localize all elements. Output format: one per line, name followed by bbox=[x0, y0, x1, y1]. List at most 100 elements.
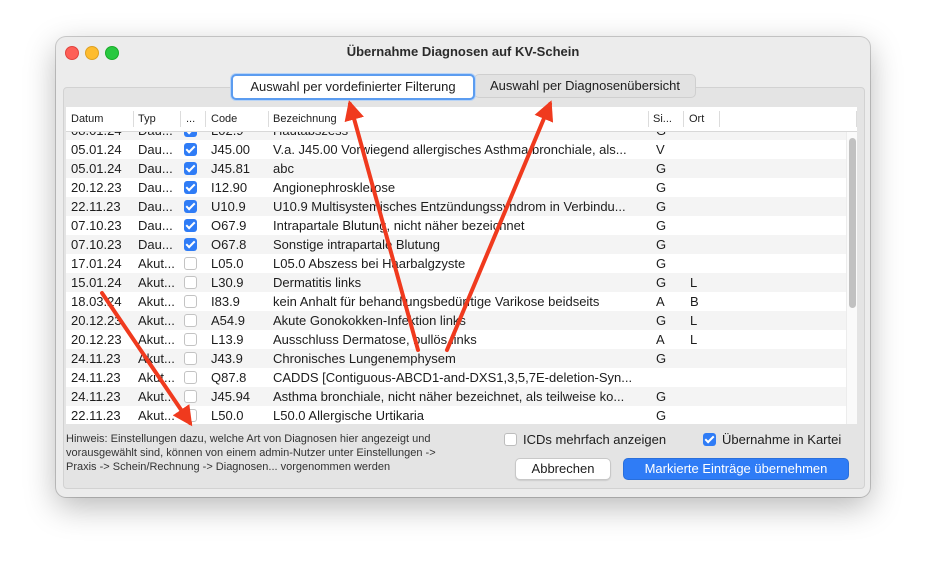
cell-code: L13.9 bbox=[211, 332, 244, 347]
cell-ort: L bbox=[690, 332, 698, 347]
table-row[interactable]: 07.10.23 Dau... O67.9 Intrapartale Blutung,… bbox=[66, 216, 846, 235]
table-row[interactable]: 22.11.23 Dau... U10.9 U10.9 Multisystemisch… bbox=[66, 197, 846, 216]
title-bar: Übernahme Diagnosen auf KV-Schein bbox=[56, 37, 870, 67]
cell-typ: Akut... bbox=[138, 313, 175, 328]
row-select-checkbox[interactable] bbox=[184, 333, 197, 346]
table-row[interactable]: 20.12.23 Akut... A54.9 Akute Gonokokken-Inf… bbox=[66, 311, 846, 330]
cell-typ: Akut... bbox=[138, 370, 175, 385]
cell-ort: L bbox=[690, 313, 698, 328]
cell-datum: 17.01.24 bbox=[71, 256, 122, 271]
cell-typ: Akut... bbox=[138, 275, 175, 290]
table-row[interactable]: 15.01.24 Akut... L30.9 Dermatitis links G L bbox=[66, 273, 846, 292]
cell-code: J45.94 bbox=[211, 389, 251, 404]
row-select-checkbox[interactable] bbox=[184, 371, 197, 384]
cell-si: G bbox=[656, 199, 667, 214]
icd-multiple-label[interactable]: ICDs mehrfach anzeigen bbox=[523, 432, 666, 447]
table-row[interactable]: 20.12.23 Dau... I12.90 Angionephrosklerose G bbox=[66, 178, 846, 197]
cancel-button[interactable]: Abbrechen bbox=[515, 458, 611, 480]
row-select-checkbox[interactable] bbox=[184, 162, 197, 175]
cell-bezeichnung: Dermatitis links bbox=[273, 275, 362, 290]
row-select-checkbox[interactable] bbox=[184, 181, 197, 194]
cell-bezeichnung: U10.9 Multisystemisches Entzündungssyndr… bbox=[273, 199, 626, 214]
cell-si: A bbox=[656, 294, 665, 309]
cell-datum: 24.11.23 bbox=[71, 370, 121, 385]
row-select-checkbox[interactable] bbox=[184, 295, 197, 308]
cell-bezeichnung: kein Anhalt für behandlungsbedürftige Va… bbox=[273, 294, 600, 309]
cell-code: L05.0 bbox=[211, 256, 244, 271]
table-row[interactable]: 18.03.24 Akut... I83.9 kein Anhalt für beha… bbox=[66, 292, 846, 311]
cell-bezeichnung: V.a. J45.00 Vorwiegend allergisches Asth… bbox=[273, 142, 627, 157]
diagnosis-table: 08.01.24Dau...L02.9HautabszessG05.01.24D… bbox=[66, 107, 857, 424]
cell-code: J43.9 bbox=[211, 351, 243, 366]
row-select-checkbox[interactable] bbox=[184, 257, 197, 270]
cell-si: G bbox=[656, 275, 667, 290]
column-header-ort[interactable]: Ort bbox=[689, 113, 704, 125]
cell-code: I83.9 bbox=[211, 294, 240, 309]
table-row[interactable]: 05.01.24 Dau... J45.00 V.a. J45.00 Vorwiege… bbox=[66, 140, 846, 159]
column-header-datum[interactable]: Datum bbox=[71, 113, 103, 125]
scrollbar-thumb[interactable] bbox=[849, 138, 856, 308]
cell-typ: Akut... bbox=[138, 351, 175, 366]
cell-datum: 20.12.23 bbox=[71, 180, 122, 195]
cell-code: O67.9 bbox=[211, 218, 247, 233]
row-select-checkbox[interactable] bbox=[184, 143, 197, 156]
row-select-checkbox[interactable] bbox=[184, 200, 197, 213]
cell-si: V bbox=[656, 142, 665, 157]
cell-datum: 20.12.23 bbox=[71, 313, 122, 328]
cell-si: G bbox=[656, 389, 667, 404]
apply-selected-button[interactable]: Markierte Einträge übernehmen bbox=[623, 458, 849, 480]
column-header-bezeichnung[interactable]: Bezeichnung bbox=[273, 113, 337, 125]
cell-typ: Akut... bbox=[138, 408, 175, 423]
cell-si: G bbox=[656, 408, 667, 423]
cell-code: A54.9 bbox=[211, 313, 245, 328]
cell-datum: 07.10.23 bbox=[71, 218, 122, 233]
table-row[interactable]: 20.12.23 Akut... L13.9 Ausschluss Dermatose… bbox=[66, 330, 846, 349]
cell-datum: 22.11.23 bbox=[71, 408, 121, 423]
kartei-label[interactable]: Übernahme in Kartei bbox=[722, 432, 841, 447]
row-select-checkbox[interactable] bbox=[184, 314, 197, 327]
column-header-typ[interactable]: Typ bbox=[138, 113, 156, 125]
cell-si: A bbox=[656, 332, 665, 347]
row-select-checkbox[interactable] bbox=[184, 276, 197, 289]
cell-datum: 20.12.23 bbox=[71, 332, 122, 347]
column-header-si[interactable]: Si... bbox=[653, 113, 672, 125]
vertical-scrollbar[interactable] bbox=[846, 132, 857, 424]
cell-bezeichnung: Angionephrosklerose bbox=[273, 180, 396, 195]
icd-multiple-checkbox[interactable] bbox=[504, 433, 517, 446]
row-select-checkbox[interactable] bbox=[184, 409, 197, 422]
tab-diagnosis-overview[interactable]: Auswahl per Diagnosenübersicht bbox=[474, 74, 696, 98]
table-row[interactable]: 24.11.23 Akut... J45.94 Asthma bronchiale, … bbox=[66, 387, 846, 406]
table-row[interactable]: 05.01.24 Dau... J45.81 abc G bbox=[66, 159, 846, 178]
cell-code: O67.8 bbox=[211, 237, 247, 252]
cell-si: G bbox=[656, 313, 667, 328]
cell-datum: 24.11.23 bbox=[71, 389, 121, 404]
kartei-checkbox[interactable] bbox=[703, 433, 716, 446]
column-header-code[interactable]: Code bbox=[211, 113, 237, 125]
cell-typ: Dau... bbox=[138, 142, 173, 157]
table-row[interactable]: 24.11.23 Akut... J43.9 Chronisches Lungenem… bbox=[66, 349, 846, 368]
cell-bezeichnung: Chronisches Lungenemphysem bbox=[273, 351, 456, 366]
cell-bezeichnung: Sonstige intrapartale Blutung bbox=[273, 237, 440, 252]
table-row[interactable]: 22.11.23 Akut... L50.0 L50.0 Allergische Ur… bbox=[66, 406, 846, 424]
cell-ort: L bbox=[690, 275, 698, 290]
row-select-checkbox[interactable] bbox=[184, 390, 197, 403]
cell-typ: Akut... bbox=[138, 256, 175, 271]
row-select-checkbox[interactable] bbox=[184, 352, 197, 365]
cell-typ: Akut... bbox=[138, 332, 175, 347]
cell-si: G bbox=[656, 218, 667, 233]
cell-typ: Akut... bbox=[138, 389, 175, 404]
cell-code: U10.9 bbox=[211, 199, 246, 214]
row-select-checkbox[interactable] bbox=[184, 238, 197, 251]
cell-code: J45.00 bbox=[211, 142, 251, 157]
table-row[interactable]: 17.01.24 Akut... L05.0 L05.0 Abszess bei Ha… bbox=[66, 254, 846, 273]
hint-text: Hinweis: Einstellungen dazu, welche Art … bbox=[66, 433, 436, 473]
cell-typ: Dau... bbox=[138, 161, 173, 176]
cell-datum: 15.01.24 bbox=[71, 275, 122, 290]
row-select-checkbox[interactable] bbox=[184, 219, 197, 232]
column-divider bbox=[683, 111, 684, 127]
table-row[interactable]: 07.10.23 Dau... O67.8 Sonstige intrapartale… bbox=[66, 235, 846, 254]
tab-predefined-filter[interactable]: Auswahl per vordefinierter Filterung bbox=[231, 74, 475, 100]
cell-datum: 07.10.23 bbox=[71, 237, 122, 252]
column-header-check[interactable]: ... bbox=[186, 113, 195, 125]
table-row[interactable]: 24.11.23 Akut... Q87.8 CADDS [Contiguous-AB… bbox=[66, 368, 846, 387]
